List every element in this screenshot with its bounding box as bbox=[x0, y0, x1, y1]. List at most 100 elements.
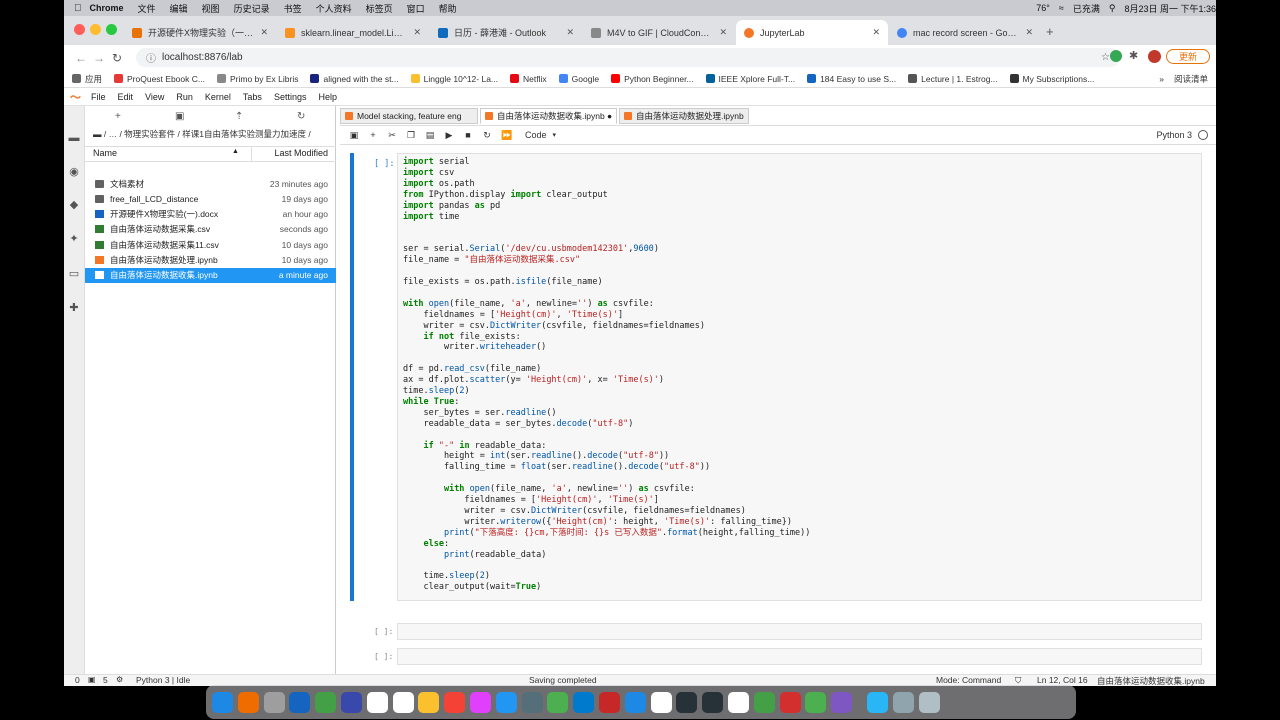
file-row[interactable]: free_fall_LCD_distance 19 days ago bbox=[85, 191, 336, 206]
downloads-icon[interactable] bbox=[892, 691, 914, 713]
file-row[interactable]: 自由落体运动数据收集.ipynb a minute ago bbox=[85, 267, 336, 283]
photos-icon[interactable] bbox=[366, 691, 388, 713]
close-tab-icon[interactable]: ✕ bbox=[560, 27, 574, 38]
new-folder-icon[interactable]: ▣ bbox=[175, 111, 184, 122]
battery-status[interactable]: 已充满 bbox=[1073, 2, 1100, 15]
menubar-item[interactable]: 窗口 bbox=[407, 2, 425, 15]
cut-icon[interactable]: ✂ bbox=[387, 130, 397, 141]
pointer-app-icon[interactable] bbox=[624, 691, 646, 713]
bookmark-item[interactable]: Primo by Ex Libris bbox=[216, 74, 298, 84]
insert-cell-icon[interactable]: + bbox=[368, 130, 378, 140]
menubar-item[interactable]: 编辑 bbox=[170, 2, 188, 15]
menubar-item[interactable]: 历史记录 bbox=[234, 2, 270, 15]
browser-tab[interactable]: 开源硬件X物理实验（一）- 自由✕ bbox=[124, 20, 276, 45]
address-input[interactable]: ⓘ localhost:8876/lab ☆ bbox=[136, 48, 1120, 67]
bookmark-item[interactable]: ProQuest Ebook C... bbox=[114, 74, 205, 84]
menu-kernel[interactable]: Kernel bbox=[205, 92, 231, 102]
menu-tabs[interactable]: Tabs bbox=[243, 92, 262, 102]
back-icon[interactable]: ← bbox=[72, 51, 90, 65]
extension-manager-icon[interactable]: ✚ bbox=[68, 302, 80, 314]
menubar-item[interactable]: 个人资料 bbox=[316, 2, 352, 15]
status-kernel[interactable]: Python 3 | Idle bbox=[136, 675, 190, 685]
empty-code-cell[interactable] bbox=[397, 648, 1202, 665]
upload-icon[interactable]: ⇡ bbox=[235, 111, 243, 122]
reload-icon[interactable]: ↻ bbox=[108, 51, 126, 65]
terminal-icon[interactable] bbox=[676, 691, 698, 713]
menu-file[interactable]: File bbox=[91, 92, 106, 102]
bookmark-item[interactable]: aligned with the st... bbox=[310, 74, 399, 84]
bookmark-item[interactable]: My Subscriptions... bbox=[1009, 74, 1094, 84]
notebook-tab[interactable]: 自由落体运动数据处理.ipynb bbox=[619, 108, 749, 124]
bookmark-star-icon[interactable]: ☆ bbox=[1101, 52, 1110, 63]
fast-forward-icon[interactable]: ⏩ bbox=[501, 130, 512, 141]
save-icon[interactable]: ▣ bbox=[349, 130, 359, 141]
cell-type-select[interactable]: Code bbox=[525, 130, 547, 140]
menu-edit[interactable]: Edit bbox=[118, 92, 134, 102]
xmind-icon[interactable] bbox=[598, 691, 620, 713]
status-terminals[interactable]: 0 bbox=[75, 675, 80, 685]
terminal-icon[interactable] bbox=[702, 691, 724, 713]
close-tab-icon[interactable]: ✕ bbox=[254, 27, 268, 38]
stop-icon[interactable]: ■ bbox=[463, 130, 473, 140]
sort-icon[interactable]: ▲ bbox=[232, 148, 239, 155]
notes-icon[interactable] bbox=[418, 691, 440, 713]
menu-view[interactable]: View bbox=[145, 92, 164, 102]
file-row[interactable]: 文档素材 23 minutes ago bbox=[85, 176, 336, 191]
bookmark-item[interactable]: Google bbox=[558, 74, 599, 84]
vscode-icon[interactable] bbox=[573, 691, 595, 713]
file-row[interactable]: 自由落体运动数据处理.ipynb 10 days ago bbox=[85, 253, 336, 268]
close-tab-icon[interactable]: ✕ bbox=[407, 27, 421, 38]
reading-list-button[interactable]: 阅读清单 bbox=[1174, 73, 1208, 85]
bookmark-item[interactable]: Lecture | 1. Estrog... bbox=[908, 74, 998, 84]
menubar-item[interactable]: 书签 bbox=[284, 2, 302, 15]
run-icon[interactable]: ▶ bbox=[444, 130, 454, 141]
refresh-icon[interactable]: ↻ bbox=[297, 111, 305, 122]
code-editor[interactable]: import serial import csv import os.path … bbox=[397, 153, 1202, 601]
update-button[interactable]: 更新 bbox=[1166, 49, 1210, 64]
file-row[interactable]: 自由落体运动数据采集.csv seconds ago bbox=[85, 222, 336, 237]
bookmarks-overflow-icon[interactable]: » bbox=[1159, 74, 1164, 84]
menubar-item[interactable]: 视图 bbox=[202, 2, 220, 15]
status-mode[interactable]: Mode: Command bbox=[936, 675, 1001, 685]
browser-tab-active[interactable]: JupyterLab ✕ bbox=[736, 20, 888, 45]
extensions-puzzle-icon[interactable]: ✱ bbox=[1129, 49, 1138, 62]
menubar-item[interactable]: 标签页 bbox=[366, 2, 393, 15]
bookmark-item[interactable]: Netflix bbox=[510, 74, 547, 84]
music-icon[interactable] bbox=[444, 691, 466, 713]
bookmark-item[interactable]: Linggle 10^12- La... bbox=[410, 74, 498, 84]
forward-icon[interactable]: → bbox=[90, 51, 108, 65]
browser-tab[interactable]: mac record screen - Google 搜✕ bbox=[889, 20, 1041, 45]
bookmark-item[interactable]: Python Beginner... bbox=[611, 74, 694, 84]
messages-icon[interactable] bbox=[315, 691, 337, 713]
search-icon[interactable]: ⚲ bbox=[1109, 3, 1116, 14]
folder-icon[interactable]: ▬ bbox=[68, 132, 80, 144]
extension-icon[interactable] bbox=[1110, 50, 1122, 62]
calendar-icon[interactable] bbox=[392, 691, 414, 713]
weather-status[interactable]: 76° bbox=[1036, 3, 1050, 13]
browser-tab[interactable]: 日历 - 薛港滩 - Outlook ✕ bbox=[430, 20, 582, 45]
column-last-modified[interactable]: Last Modified bbox=[274, 148, 328, 158]
code-cell[interactable]: [ ]: import serial import csv import os.… bbox=[350, 153, 1202, 601]
tabs-icon[interactable]: ▭ bbox=[68, 268, 80, 280]
chevron-down-icon[interactable]: ▾ bbox=[553, 131, 557, 139]
menubar-item[interactable]: 文件 bbox=[138, 2, 156, 15]
safari-icon[interactable] bbox=[289, 691, 311, 713]
commands-icon[interactable]: ✦ bbox=[68, 233, 80, 245]
help-icon[interactable] bbox=[263, 691, 285, 713]
menubar-item[interactable]: 帮助 bbox=[439, 2, 457, 15]
mail-icon[interactable] bbox=[340, 691, 362, 713]
preview-icon[interactable] bbox=[866, 691, 888, 713]
notebook-tab-active[interactable]: 自由落体运动数据收集.ipynb ● bbox=[480, 108, 617, 124]
wifi-icon[interactable]: ≈ bbox=[1059, 3, 1064, 13]
status-kernels[interactable]: 5 bbox=[103, 675, 108, 685]
browser-tab[interactable]: M4V to GIF | CloudConvert ✕ bbox=[583, 20, 735, 45]
empty-code-cell[interactable] bbox=[397, 623, 1202, 640]
app-store-icon[interactable] bbox=[495, 691, 517, 713]
close-window-button[interactable] bbox=[74, 24, 85, 35]
kernel-name[interactable]: Python 3 bbox=[1156, 130, 1192, 140]
wps-icon[interactable] bbox=[650, 691, 672, 713]
trash-icon[interactable] bbox=[918, 691, 940, 713]
bookmark-item[interactable]: 184 Easy to use S... bbox=[807, 74, 896, 84]
browser-tab[interactable]: sklearn.linear_model.LinearRe✕ bbox=[277, 20, 429, 45]
status-cursor-position[interactable]: Ln 12, Col 16 bbox=[1037, 675, 1088, 685]
